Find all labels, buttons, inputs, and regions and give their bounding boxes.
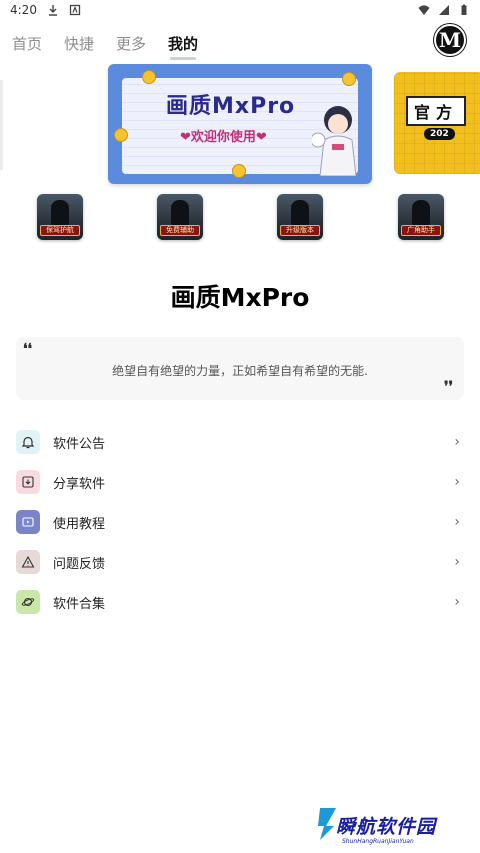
game-shortcut-1[interactable]: 保驾护航 [37, 194, 83, 240]
menu-label: 软件公告 [53, 436, 106, 452]
open-quote-icon: ❛❛ [23, 341, 33, 357]
wifi-icon [418, 5, 430, 15]
chevron-right-icon: › [454, 554, 460, 570]
status-time: 4:20 [10, 3, 37, 17]
menu-item-feedback[interactable]: 问题反馈 › [0, 542, 480, 582]
menu-item-share[interactable]: 分享软件 › [0, 462, 480, 502]
settings-menu: 软件公告 › 分享软件 › 使用教程 › 问题反馈 › 软件合集 › [0, 422, 480, 622]
game-tag: 升级版本 [280, 225, 320, 236]
banner-next-year: 202 [424, 128, 455, 140]
close-quote-icon: ❜❜ [444, 379, 454, 395]
game-shortcut-4[interactable]: 广角助手 [398, 194, 444, 240]
game-tag: 免费辅助 [160, 225, 200, 236]
chevron-right-icon: › [454, 514, 460, 530]
anime-girl-illustration [312, 106, 357, 176]
coin-decoration [142, 70, 156, 84]
soldier-figure-icon [291, 200, 309, 226]
warning-triangle-icon [16, 550, 40, 574]
menu-label: 使用教程 [53, 516, 106, 532]
menu-label: 软件合集 [53, 596, 106, 612]
site-watermark: 瞬航软件园 ShunHangRuanJianYuan [316, 800, 456, 848]
banner-main[interactable]: 画质MxPro ❤欢迎你使用❤ [108, 64, 372, 184]
app-notification-icon [69, 4, 81, 16]
signal-icon [439, 5, 449, 15]
game-shortcut-3[interactable]: 升级版本 [277, 194, 323, 240]
game-shortcut-2[interactable]: 免费辅助 [157, 194, 203, 240]
banner-next[interactable]: 官方 202 [394, 72, 480, 174]
game-tag: 广角助手 [401, 225, 441, 236]
video-play-icon [16, 510, 40, 534]
share-download-icon [16, 470, 40, 494]
download-icon [48, 5, 57, 16]
quote-text: 绝望自有绝望的力量，正如希望自有希望的无能. [112, 364, 368, 378]
banner-subtitle: ❤欢迎你使用❤ [180, 130, 267, 145]
status-bar: 4:20 [0, 0, 480, 20]
app-title: 画质MxPro [170, 283, 310, 312]
game-shortcuts: 保驾护航 免费辅助 升级版本 广角助手 [0, 194, 480, 242]
coin-decoration [342, 72, 356, 86]
banner-next-label: 官方 [406, 96, 467, 126]
game-tag: 保驾护航 [40, 225, 80, 236]
banner-title: 画质MxPro [166, 94, 296, 119]
banner-prev-edge [0, 80, 3, 170]
app-logo-avatar[interactable]: M [434, 24, 466, 56]
coin-decoration [232, 164, 246, 178]
bell-icon [16, 430, 40, 454]
chevron-right-icon: › [454, 594, 460, 610]
menu-label: 分享软件 [53, 476, 106, 492]
tab-mine[interactable]: 我的 [168, 33, 198, 60]
tab-shortcuts[interactable]: 快捷 [64, 33, 94, 54]
menu-label: 问题反馈 [53, 556, 106, 572]
top-tabs: 首页 快捷 更多 我的 [12, 30, 198, 60]
chevron-right-icon: › [454, 434, 460, 450]
watermark-subtitle: ShunHangRuanJianYuan [342, 838, 414, 845]
soldier-figure-icon [51, 200, 69, 226]
watermark-title: 瞬航软件园 [336, 816, 437, 838]
soldier-figure-icon [171, 200, 189, 226]
battery-icon [461, 4, 467, 15]
tab-home[interactable]: 首页 [12, 33, 42, 54]
soldier-figure-icon [412, 200, 430, 226]
coin-decoration [114, 128, 128, 142]
menu-item-announcement[interactable]: 软件公告 › [0, 422, 480, 462]
tab-more[interactable]: 更多 [116, 33, 146, 54]
quote-card: ❛❛ 绝望自有绝望的力量，正如希望自有希望的无能. ❜❜ [16, 337, 464, 400]
menu-item-collection[interactable]: 软件合集 › [0, 582, 480, 622]
planet-icon [16, 590, 40, 614]
menu-item-tutorial[interactable]: 使用教程 › [0, 502, 480, 542]
chevron-right-icon: › [454, 474, 460, 490]
